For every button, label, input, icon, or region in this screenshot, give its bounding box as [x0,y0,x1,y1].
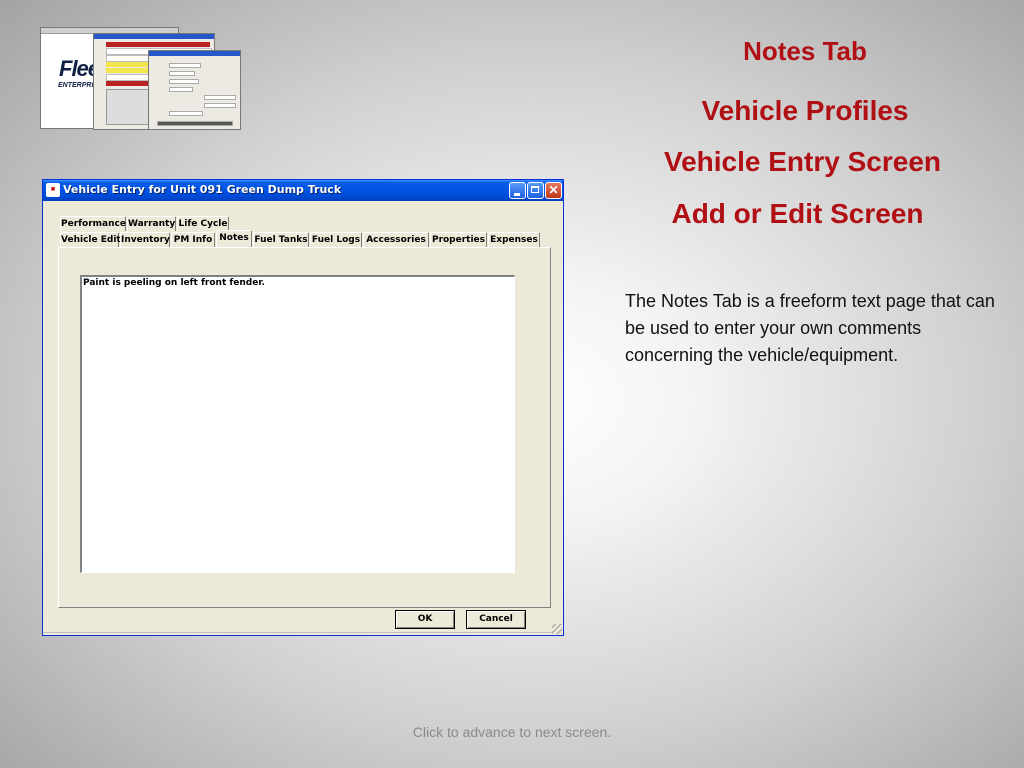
dialog-title: Vehicle Entry for Unit 091 Green Dump Tr… [63,183,342,196]
thumbnail-field [169,111,203,116]
ok-button[interactable]: OK [395,610,455,629]
app-icon: ■ [46,183,60,197]
minimize-icon [514,193,520,196]
close-icon: ✕ [548,183,559,197]
tab-notes[interactable]: Notes [216,230,252,247]
notes-textarea[interactable]: Paint is peeling on left front fender. [80,275,515,573]
resize-grip-icon[interactable] [552,624,562,634]
thumbnail-field [204,103,236,108]
thumbnail-field [169,79,199,84]
advance-hint[interactable]: Click to advance to next screen. [0,724,1024,740]
thumbnail-field [169,71,195,76]
thumbnail-titlebar [94,34,214,39]
tab-fuel-logs[interactable]: Fuel Logs [310,232,362,247]
slide-title-vehicle-profiles: Vehicle Profiles [701,95,909,126]
tab-performance[interactable]: Performance [60,216,126,231]
close-button[interactable]: ✕ [545,182,562,199]
slide-title-notes-tab: Notes Tab [743,36,867,66]
dialog-titlebar[interactable]: ■ Vehicle Entry for Unit 091 Green Dump … [43,180,563,201]
status-bar [43,632,553,635]
cancel-button[interactable]: Cancel [466,610,526,629]
tab-warranty[interactable]: Warranty [127,216,176,231]
tab-fuel-tanks[interactable]: Fuel Tanks [253,232,309,247]
tab-pm-info[interactable]: PM Info [171,232,215,247]
tab-vehicle-edit[interactable]: Vehicle Edit [60,232,121,247]
tab-expenses[interactable]: Expenses [488,232,540,247]
tab-properties[interactable]: Properties [430,232,487,247]
thumbnail-field [204,95,236,100]
screen-thumbnail-form [148,50,241,130]
tab-accessories[interactable]: Accessories [363,232,429,247]
thumbnail-titlebar [149,51,240,56]
maximize-button[interactable] [527,182,544,199]
maximize-icon [531,186,539,193]
slide-title-add-or-edit-screen: Add or Edit Screen [671,198,924,229]
thumbnail-field [169,63,201,68]
tab-inventory[interactable]: Inventory [120,232,170,247]
minimize-button[interactable] [509,182,526,199]
thumbnail-field [169,87,193,92]
tab-life-cycle[interactable]: Life Cycle [177,216,229,231]
notes-text: Paint is peeling on left front fender. [83,278,265,288]
thumbnail-row [106,42,210,47]
slide-title-vehicle-entry-screen: Vehicle Entry Screen [663,146,942,177]
slide-description: The Notes Tab is a freeform text page th… [625,291,995,365]
vehicle-entry-dialog: ■ Vehicle Entry for Unit 091 Green Dump … [42,179,564,636]
thumbnail-field [157,121,233,126]
